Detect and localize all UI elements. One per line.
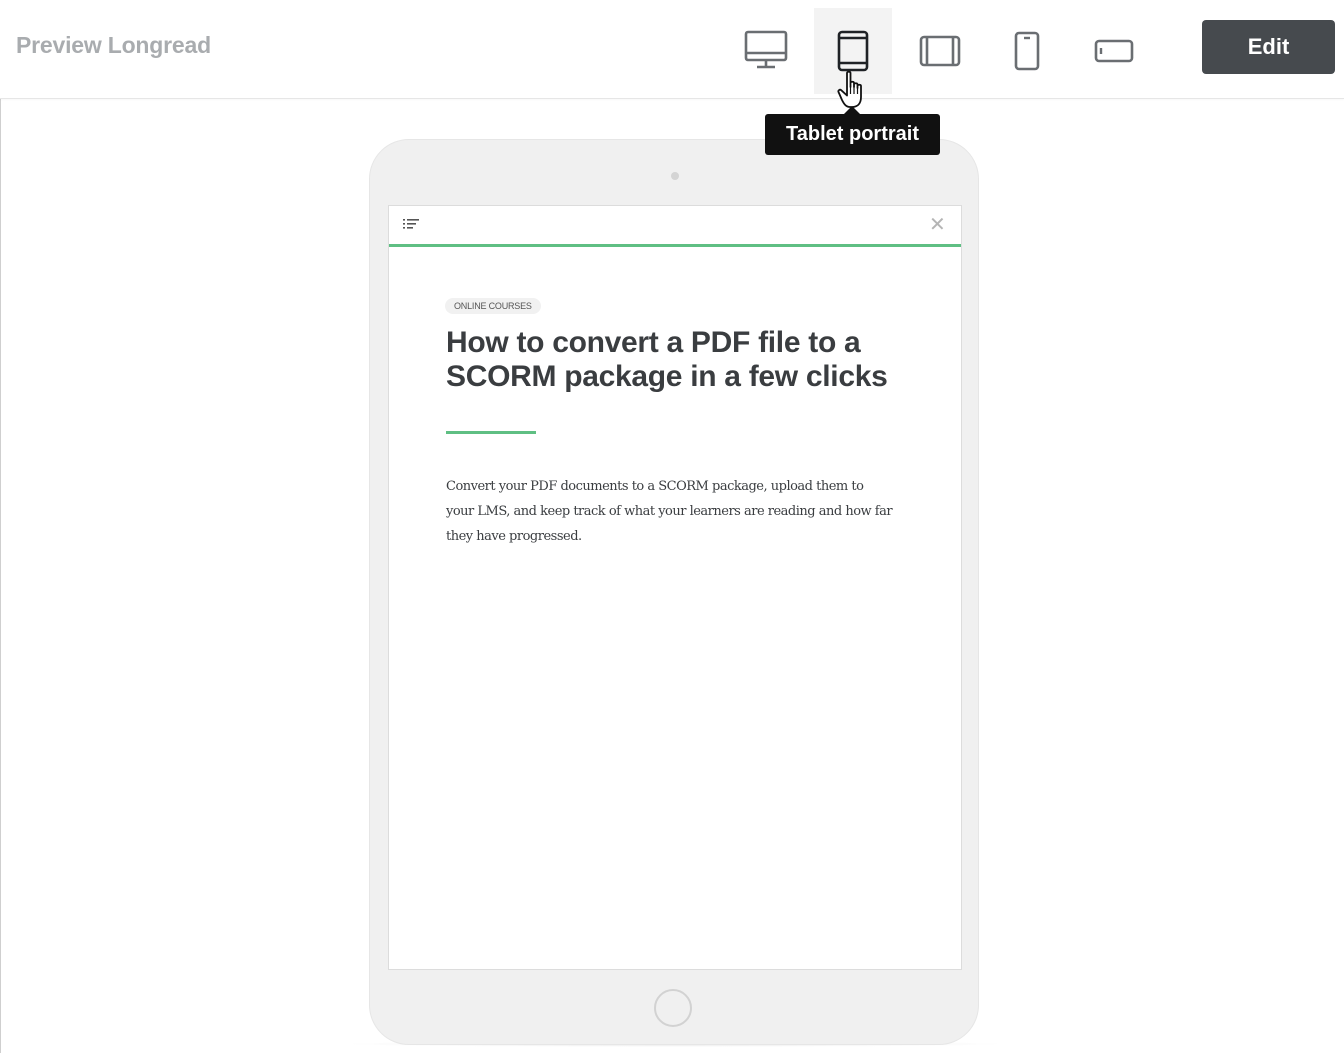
close-icon[interactable]: ✕ [929,215,946,235]
phone-portrait-preview-button[interactable] [988,8,1066,94]
page-title: Preview Longread [16,32,211,58]
preview-toolbar: Preview Longread Edit [0,0,1344,99]
tablet-landscape-icon [919,35,961,67]
tablet-device-frame: ✕ ONLINE COURSES How to convert a PDF fi… [369,139,979,1045]
longread-header: ✕ [389,206,961,247]
tablet-home-button [654,989,692,1027]
table-of-contents-icon[interactable] [403,217,419,235]
category-tag: ONLINE COURSES [445,298,541,314]
article-title: How to convert a PDF file to a SCORM pac… [446,326,888,393]
monitor-icon [744,30,788,69]
tooltip: Tablet portrait [765,106,940,155]
desktop-preview-button[interactable] [727,8,805,94]
tablet-landscape-preview-button[interactable] [901,8,979,94]
tablet-camera [671,172,679,180]
tablet-portrait-icon [837,30,869,72]
title-divider [446,431,536,434]
article-intro: Convert your PDF documents to a SCORM pa… [446,479,893,544]
phone-landscape-icon [1094,39,1134,63]
phone-portrait-icon [1014,31,1040,71]
edit-button[interactable]: Edit [1202,20,1335,74]
tablet-screen: ✕ ONLINE COURSES How to convert a PDF fi… [388,205,962,970]
hand-pointer-cursor-icon [837,70,873,119]
phone-landscape-preview-button[interactable] [1075,8,1153,94]
